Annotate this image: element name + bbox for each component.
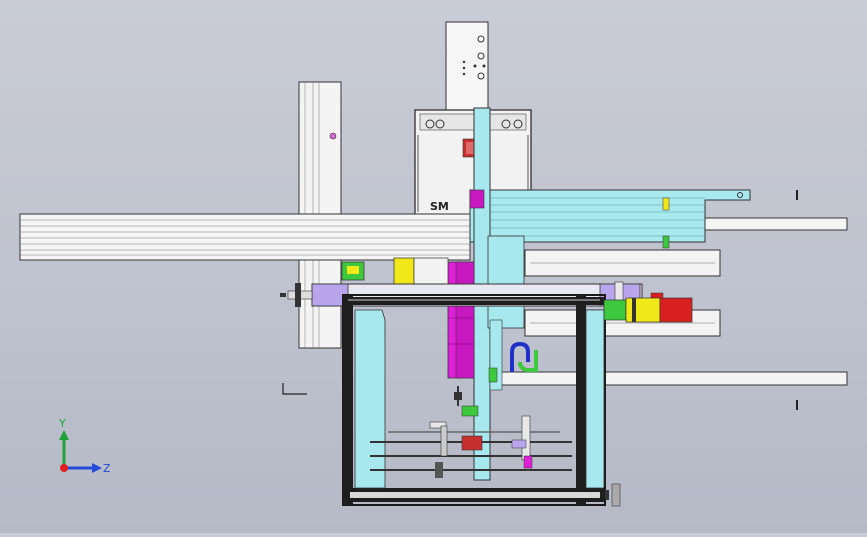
color-actuator [603,297,693,323]
x-axis-origin [60,464,68,472]
bottom-mechanism [370,386,572,478]
blue-hook-part [510,341,538,372]
z-axis-label: Z [103,462,111,475]
cad-viewport[interactable]: SM Y Z [0,0,867,533]
y-axis-label: Y [58,417,66,430]
long-horizontal-beam [19,213,471,261]
gripper-blocks [341,257,449,285]
nameplate-label: SM [430,200,449,213]
axis-triad: Y Z [58,417,111,475]
assembly-drawing: SM Y Z [19,21,848,507]
